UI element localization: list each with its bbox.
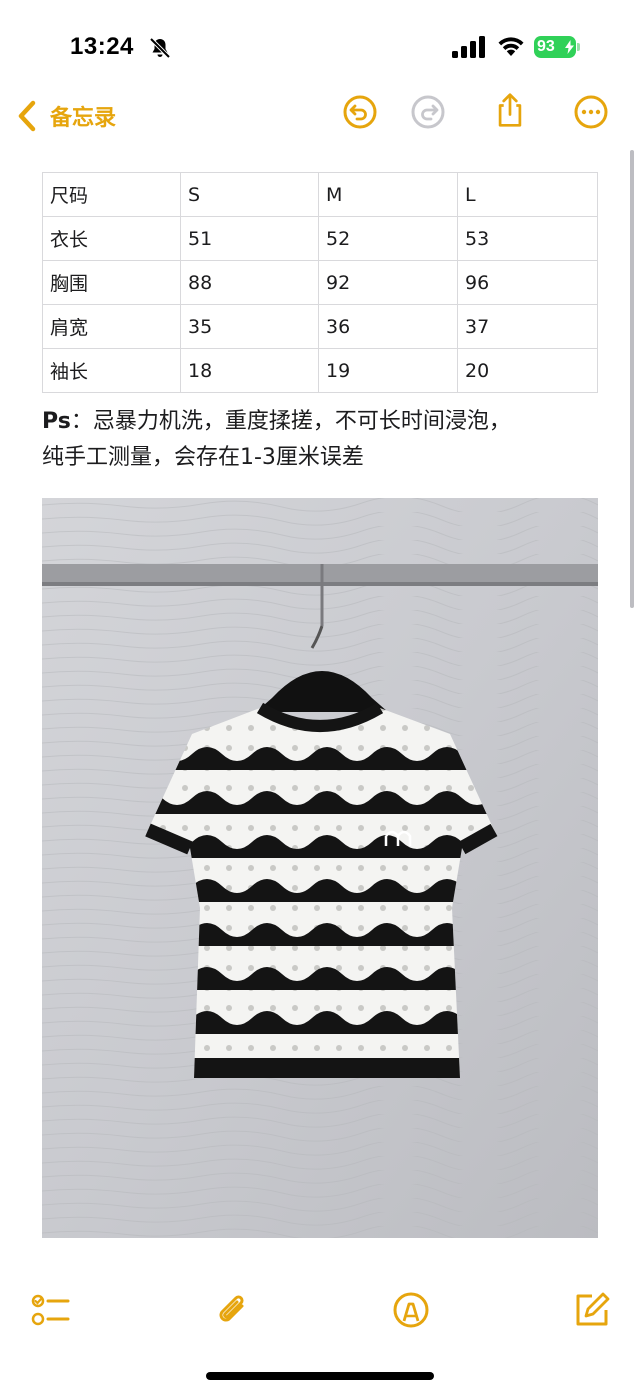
table-cell[interactable]: 20 xyxy=(457,348,598,393)
table-cell[interactable]: 肩宽 xyxy=(42,304,181,349)
size-table[interactable]: 尺码 S M L 衣长 51 52 53 胸围 88 92 96 肩宽 35 3… xyxy=(42,172,598,393)
redo-icon[interactable] xyxy=(410,94,446,130)
more-icon[interactable] xyxy=(573,94,609,130)
share-icon[interactable] xyxy=(492,92,528,128)
ps-label: Ps xyxy=(42,409,71,434)
table-cell[interactable]: 88 xyxy=(180,260,319,305)
table-cell[interactable]: 96 xyxy=(457,260,598,305)
battery-nub xyxy=(577,43,580,51)
table-cell[interactable]: 92 xyxy=(318,260,458,305)
bell-muted-icon xyxy=(149,37,171,59)
table-cell[interactable]: 衣长 xyxy=(42,216,181,261)
table-row: 肩宽 35 36 37 xyxy=(42,304,598,349)
table-row: 袖长 18 19 20 xyxy=(42,348,598,393)
battery-level: 93 xyxy=(537,38,555,55)
checklist-icon[interactable] xyxy=(30,1290,70,1330)
table-cell[interactable]: 37 xyxy=(457,304,598,349)
table-cell[interactable]: 18 xyxy=(180,348,319,393)
table-cell[interactable]: S xyxy=(180,172,319,217)
table-cell[interactable]: 胸围 xyxy=(42,260,181,305)
table-row: 胸围 88 92 96 xyxy=(42,260,598,305)
navigation-bar: 备忘录 xyxy=(0,90,640,140)
note-line-1: Ps：忌暴力机洗，重度揉搓，不可长时间浸泡， xyxy=(42,404,598,440)
table-cell[interactable]: M xyxy=(318,172,458,217)
scrollbar[interactable] xyxy=(630,150,634,608)
status-bar: 13:24 93 xyxy=(0,0,640,90)
battery-indicator: 93 xyxy=(534,36,580,58)
chevron-left-icon xyxy=(18,100,36,132)
clothes-rail xyxy=(42,564,598,584)
table-cell[interactable]: 尺码 xyxy=(42,172,181,217)
paperclip-icon[interactable] xyxy=(212,1290,252,1330)
back-button[interactable]: 备忘录 xyxy=(16,96,116,136)
table-cell[interactable]: L xyxy=(457,172,598,217)
back-label: 备忘录 xyxy=(50,106,117,131)
table-header-row: 尺码 S M L xyxy=(42,172,598,217)
table-row: 衣长 51 52 53 xyxy=(42,216,598,261)
table-cell[interactable]: 35 xyxy=(180,304,319,349)
home-indicator[interactable] xyxy=(206,1372,434,1380)
table-cell[interactable]: 19 xyxy=(318,348,458,393)
markup-pen-icon[interactable] xyxy=(391,1290,431,1330)
cellular-signal-icon xyxy=(452,36,485,58)
table-cell[interactable]: 36 xyxy=(318,304,458,349)
table-cell[interactable]: 51 xyxy=(180,216,319,261)
table-cell[interactable]: 52 xyxy=(318,216,458,261)
product-photo[interactable] xyxy=(42,498,598,1238)
wifi-icon xyxy=(498,37,524,56)
note-body-text[interactable]: Ps：忌暴力机洗，重度揉搓，不可长时间浸泡， 纯手工测量，会存在1-3厘米误差 xyxy=(42,404,598,476)
undo-icon[interactable] xyxy=(342,94,378,130)
care-instructions: ：忌暴力机洗，重度揉搓，不可长时间浸泡， xyxy=(70,409,511,434)
table-cell[interactable]: 53 xyxy=(457,216,598,261)
charging-bolt-icon xyxy=(565,40,574,54)
status-time: 13:24 xyxy=(70,33,134,60)
note-line-2: 纯手工测量，会存在1-3厘米误差 xyxy=(42,445,364,470)
compose-icon[interactable] xyxy=(572,1290,612,1330)
table-cell[interactable]: 袖长 xyxy=(42,348,181,393)
